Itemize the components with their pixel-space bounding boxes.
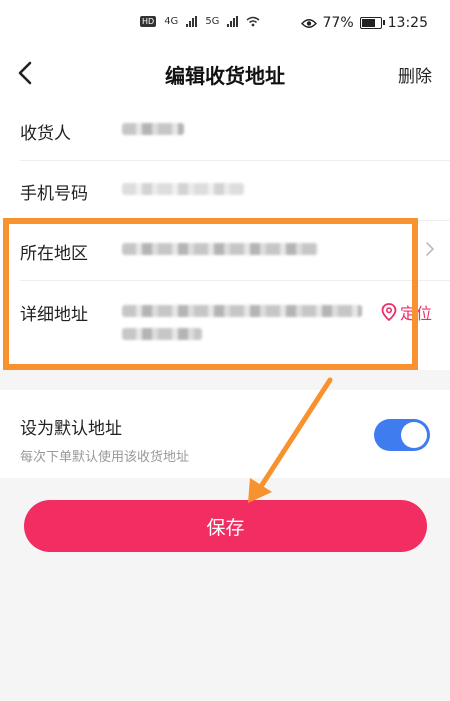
wifi-icon	[246, 16, 260, 27]
locate-button[interactable]: 定位	[381, 300, 432, 324]
eye-icon	[300, 18, 317, 28]
net-5g-label: 5G	[205, 16, 220, 27]
recipient-value[interactable]	[122, 123, 184, 135]
clock: 13:25	[387, 15, 428, 31]
region-value[interactable]	[122, 243, 318, 255]
toggle-knob	[401, 422, 427, 448]
net-4g-label: 4G	[164, 16, 179, 27]
region-label: 所在地区	[20, 244, 88, 264]
detail-address-label: 详细地址	[20, 305, 88, 325]
page-title: 编辑收货地址	[165, 64, 285, 88]
recipient-row[interactable]: 收货人	[0, 100, 450, 160]
address-form: 收货人 手机号码 所在地区 详细地址 定位	[0, 100, 450, 370]
phone-value[interactable]	[122, 183, 244, 195]
default-address-subtitle: 每次下单默认使用该收货地址	[20, 450, 190, 465]
location-pin-icon	[381, 303, 397, 321]
save-button[interactable]: 保存	[24, 500, 427, 552]
region-row[interactable]: 所在地区	[0, 220, 450, 280]
signal-icon	[227, 16, 239, 27]
chevron-right-icon[interactable]	[424, 241, 436, 257]
header: 编辑收货地址 删除	[0, 48, 450, 100]
battery-percent: 77%	[322, 15, 354, 31]
default-address-section: 设为默认地址 每次下单默认使用该收货地址	[0, 390, 450, 478]
network-indicators: HD 4G 5G	[140, 16, 260, 27]
status-right: 77% 13:25	[300, 15, 428, 31]
phone-row[interactable]: 手机号码	[0, 160, 450, 220]
delete-button[interactable]: 删除	[398, 62, 432, 87]
default-address-title: 设为默认地址	[20, 419, 122, 439]
detail-address-row[interactable]: 详细地址	[0, 280, 450, 370]
status-bar: HD 4G 5G 77% 13:25	[0, 0, 450, 48]
detail-address-value[interactable]	[122, 305, 362, 317]
hd-badge: HD	[140, 16, 157, 27]
battery-icon	[359, 17, 385, 29]
recipient-label: 收货人	[20, 124, 71, 144]
signal-icon	[186, 16, 198, 27]
detail-address-value-line2	[122, 328, 202, 340]
default-address-toggle[interactable]	[374, 419, 430, 451]
locate-label: 定位	[399, 304, 432, 323]
battery-fill	[361, 19, 375, 27]
phone-label: 手机号码	[20, 184, 88, 204]
